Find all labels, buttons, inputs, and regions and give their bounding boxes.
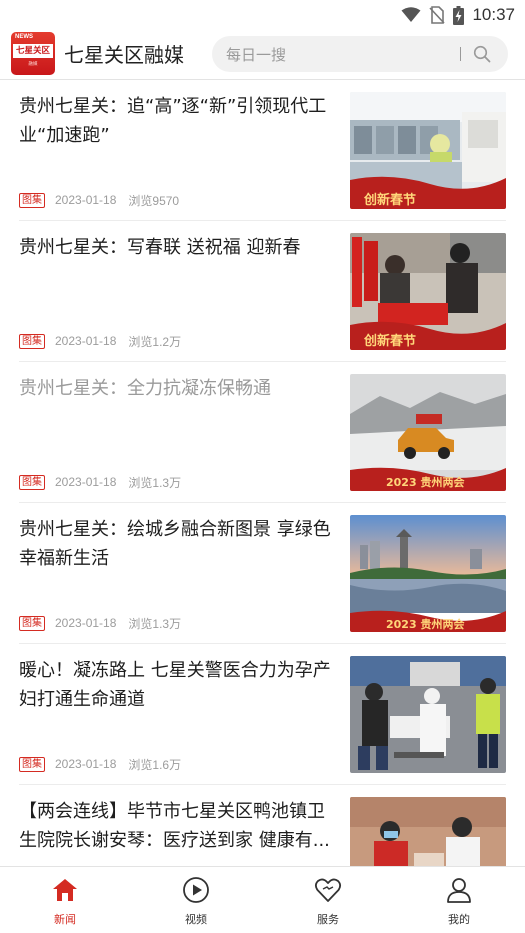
app-logo: NEWS 七星关区 融媒 — [11, 32, 55, 75]
news-meta: 图集 2023-01-18 浏览1.2万 — [19, 332, 181, 350]
news-thumbnail[interactable]: 2023 贵州两会 — [350, 515, 506, 632]
status-time: 10:37 — [472, 5, 515, 24]
search-bar[interactable]: 每日一搜 — [212, 36, 508, 72]
news-views: 浏览1.6万 — [128, 757, 182, 772]
nav-item-video[interactable]: 视频 — [156, 867, 236, 933]
news-meta: 图集 2023-01-18 浏览1.6万 — [19, 755, 181, 773]
no-sim-icon — [429, 6, 446, 24]
news-thumbnail[interactable]: 2023 贵州两会 — [350, 374, 506, 491]
nav-item-news[interactable]: 新闻 — [25, 867, 105, 933]
news-date: 2023-01-18 — [55, 616, 117, 630]
news-views: 浏览9570 — [128, 193, 180, 208]
heart-outline-icon[interactable] — [314, 876, 342, 904]
news-views: 浏览1.3万 — [128, 475, 182, 490]
nav-item-service[interactable]: 服务 — [288, 867, 368, 933]
thumb-caption: 2023 贵州两会 — [386, 617, 465, 631]
nav-label-me[interactable]: 我的 — [419, 911, 499, 927]
news-title[interactable]: 暖心！凝冻路上 七星关警医合力为孕产妇打通生命通道 — [19, 656, 341, 714]
news-meta: 图集 2023-01-18 浏览1.3万 — [19, 614, 181, 632]
user-icon[interactable] — [445, 876, 473, 904]
search-divider — [460, 47, 461, 61]
news-item[interactable]: 贵州七星关：写春联 送祝福 迎新春 图集 2023-01-18 浏览1.2万 创… — [0, 221, 525, 362]
news-title[interactable]: 贵州七星关：追“高”逐“新”引领现代工业“加速跑” — [19, 92, 341, 150]
news-thumbnail[interactable]: 创新春节 — [350, 233, 506, 350]
logo-top-text: NEWS — [15, 34, 33, 40]
news-title[interactable]: 贵州七星关：全力抗凝冻保畅通 — [19, 374, 341, 403]
news-title[interactable]: 贵州七星关：绘城乡融合新图景 享绿色幸福新生活 — [19, 515, 341, 573]
logo-sub-text: 融媒 — [28, 62, 38, 67]
bottom-nav: 新闻 视频 服务 我的 — [0, 866, 525, 933]
nav-label-news[interactable]: 新闻 — [25, 911, 105, 927]
news-meta: 图集 2023-01-18 浏览1.3万 — [19, 473, 181, 491]
news-views: 浏览1.2万 — [128, 334, 182, 349]
thumb-caption: 创新春节 — [363, 192, 416, 208]
news-item[interactable]: 【两会连线】毕节市七星关区鸭池镇卫生院院长谢安琴：医疗送到家 健康有... — [0, 785, 525, 866]
nav-item-me[interactable]: 我的 — [419, 867, 499, 933]
news-item[interactable]: 贵州七星关：追“高”逐“新”引领现代工业“加速跑” 图集 2023-01-18 … — [0, 80, 525, 221]
news-thumbnail[interactable] — [350, 656, 506, 773]
nav-label-video[interactable]: 视频 — [156, 911, 236, 927]
news-tag: 图集 — [19, 756, 45, 772]
news-tag: 图集 — [19, 474, 45, 490]
news-item[interactable]: 暖心！凝冻路上 七星关警医合力为孕产妇打通生命通道 图集 2023-01-18 … — [0, 644, 525, 785]
app-header: NEWS 七星关区 融媒 七星关区融媒 每日一搜 — [0, 30, 525, 80]
thumb-caption: 创新春节 — [363, 333, 416, 349]
news-date: 2023-01-18 — [55, 193, 117, 207]
nav-label-service[interactable]: 服务 — [288, 911, 368, 927]
search-icon[interactable] — [473, 45, 491, 63]
status-bar: 10:37 — [0, 0, 525, 30]
app-title: 七星关区融媒 — [64, 43, 184, 67]
wifi-icon — [401, 7, 421, 22]
search-placeholder[interactable]: 每日一搜 — [226, 44, 286, 65]
news-title[interactable]: 【两会连线】毕节市七星关区鸭池镇卫生院院长谢安琴：医疗送到家 健康有... — [19, 797, 341, 855]
news-item[interactable]: 贵州七星关：全力抗凝冻保畅通 图集 2023-01-18 浏览1.3万 2023… — [0, 362, 525, 503]
news-views: 浏览1.3万 — [128, 616, 182, 631]
news-date: 2023-01-18 — [55, 757, 117, 771]
news-list: 贵州七星关：追“高”逐“新”引领现代工业“加速跑” 图集 2023-01-18 … — [0, 80, 525, 866]
news-item[interactable]: 贵州七星关：绘城乡融合新图景 享绿色幸福新生活 图集 2023-01-18 浏览… — [0, 503, 525, 644]
thumb-caption: 2023 贵州两会 — [386, 475, 465, 489]
home-icon[interactable] — [51, 876, 79, 904]
news-thumbnail[interactable]: 创新春节 — [350, 92, 506, 209]
news-tag: 图集 — [19, 192, 45, 208]
logo-main-text: 七星关区 — [13, 44, 53, 58]
news-tag: 图集 — [19, 615, 45, 631]
battery-charging-icon — [453, 5, 465, 25]
news-title[interactable]: 贵州七星关：写春联 送祝福 迎新春 — [19, 233, 341, 262]
news-date: 2023-01-18 — [55, 475, 117, 489]
play-circle-icon[interactable] — [182, 876, 210, 904]
news-tag: 图集 — [19, 333, 45, 349]
news-date: 2023-01-18 — [55, 334, 117, 348]
news-meta: 图集 2023-01-18 浏览9570 — [19, 191, 179, 209]
news-thumbnail[interactable] — [350, 797, 506, 866]
